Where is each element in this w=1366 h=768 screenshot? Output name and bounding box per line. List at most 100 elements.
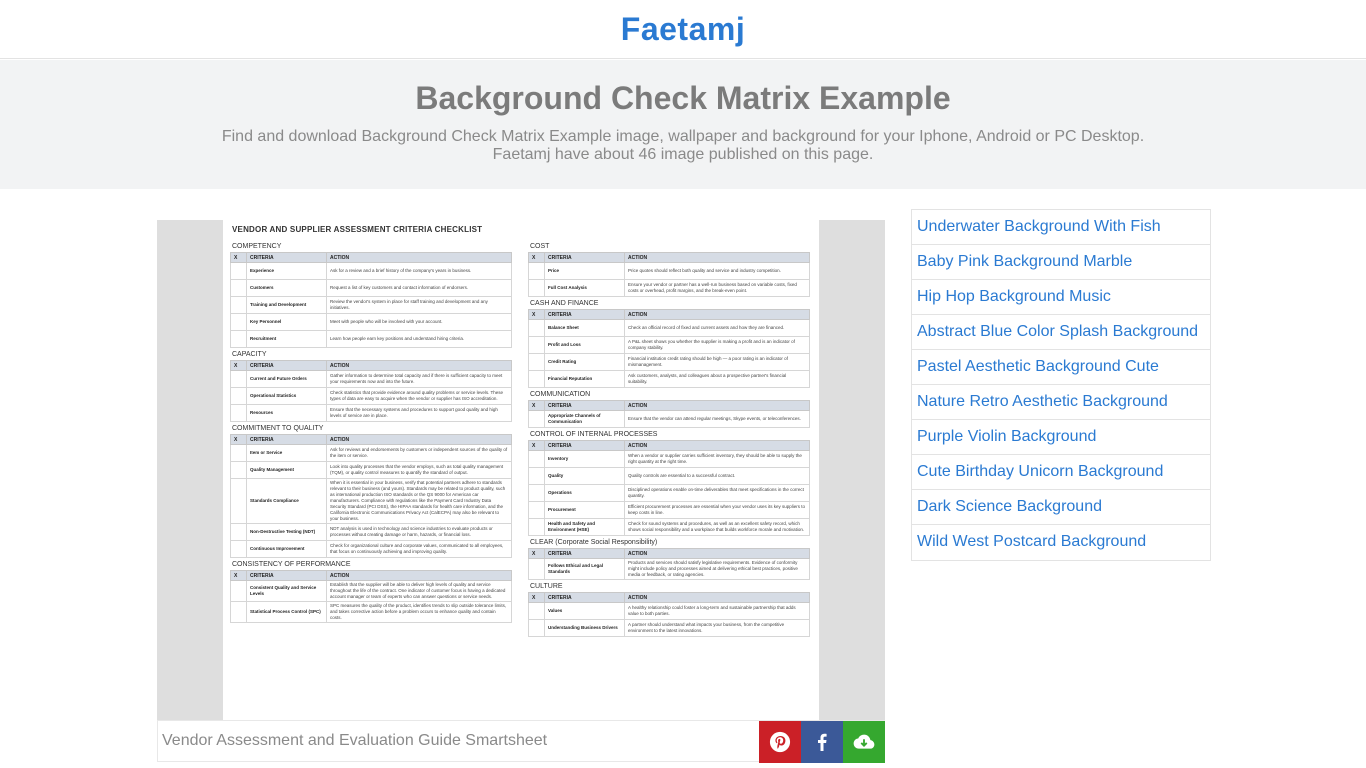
action-cell: Check for sound systems and procedures, … [624,518,810,536]
action-cell: Ask for a review and a brief history of … [326,262,512,280]
table-row: Resources Ensure that the necessary syste… [230,404,512,422]
criteria-cell: Item or Service [246,444,327,462]
table-row: Appropriate Channels of Communication Ens… [528,410,810,428]
column-header-criteria: CRITERIA [246,570,327,581]
checkbox-cell [230,387,247,405]
checkbox-cell [528,558,545,580]
action-cell: A partner should understand what impacts… [624,619,810,637]
column-header-action: ACTION [624,548,810,559]
sidebar-link[interactable]: Cute Birthday Unicorn Background [912,455,1210,490]
column-header-x: X [528,548,545,559]
action-cell: NDT analysis is used in technology and s… [326,523,512,541]
section-title: CASH AND FINANCE [530,300,599,307]
criteria-cell: Inventory [544,450,625,468]
document-left-column: COMPETENCY X CRITERIA ACTION Experience Ask f… [230,241,512,626]
document-right-column: COST X CRITERIA ACTION Price Price quotes sho… [528,241,810,640]
column-header-action: ACTION [624,252,810,263]
section-title: CAPACITY [232,351,267,358]
criteria-cell: Understanding Business Drivers [544,619,625,637]
section-title: COST [530,243,550,250]
section-title: COMPETENCY [232,243,282,250]
checkbox-cell [528,619,545,637]
column-header-criteria: CRITERIA [246,360,327,371]
sidebar-link[interactable]: Pastel Aesthetic Background Cute [912,350,1210,385]
sidebar-link[interactable]: Baby Pink Background Marble [912,245,1210,280]
column-header-x: X [528,400,545,411]
action-cell: Establish that the supplier will be able… [326,580,512,602]
image-caption-bar: Vendor Assessment and Evaluation Guide S… [157,720,885,763]
sidebar-link[interactable]: Dark Science Background [912,490,1210,525]
pinterest-share-button[interactable] [759,721,801,763]
column-header-action: ACTION [326,570,512,581]
checkbox-cell [528,484,545,502]
sidebar-link[interactable]: Wild West Postcard Background [912,525,1210,560]
action-cell: A P&L sheet shows you whether the suppli… [624,336,810,354]
action-cell: Ask for reviews and endorsements by cust… [326,444,512,462]
column-header-x: X [230,252,247,263]
sidebar-link[interactable]: Underwater Background With Fish [912,210,1210,245]
checkbox-cell [528,279,545,297]
criteria-table: X CRITERIA ACTION Price Price quotes should … [528,252,810,297]
page-title: Background Check Matrix Example [415,80,951,116]
criteria-cell: Procurement [544,501,625,519]
table-row: Values A healthy relationship could foste… [528,602,810,620]
action-cell: SPC measures the quality of the product,… [326,601,512,623]
table-row: Quality Management Look into quality proc… [230,461,512,479]
action-cell: Quality controls are essential to a succ… [624,467,810,485]
download-button[interactable] [843,721,885,763]
related-links-sidebar: Underwater Background With Fish Baby Pink… [911,209,1211,561]
table-row: Training and Development Review the vendo… [230,296,512,314]
checkbox-cell [230,444,247,462]
action-cell: Financial institution credit rating shou… [624,353,810,371]
table-row: Consistent Quality and Service Levels Est… [230,580,512,602]
image-caption: Vendor Assessment and Evaluation Guide S… [162,732,548,749]
sidebar-link[interactable]: Nature Retro Aesthetic Background [912,385,1210,420]
column-header-x: X [528,309,545,320]
action-cell: Review the vendor's system in place for … [326,296,512,314]
site-logo-link[interactable]: Faetamj [621,11,745,48]
checkbox-cell [528,353,545,371]
sidebar-link[interactable]: Purple Violin Background [912,420,1210,455]
checkbox-cell [230,296,247,314]
section-title: CLEAR (Corporate Social Responsibility) [530,539,658,546]
checkbox-cell [528,410,545,428]
checkbox-cell [528,467,545,485]
criteria-cell: Training and Development [246,296,327,314]
download-icon [853,734,875,749]
column-header-criteria: CRITERIA [544,252,625,263]
facebook-share-button[interactable] [801,721,843,763]
page-description: Find and download Background Check Matri… [221,128,1145,145]
table-row: Recruitment Learn how people earn key pos… [230,330,512,348]
sidebar-link[interactable]: Hip Hop Background Music [912,280,1210,315]
checkbox-cell [230,262,247,280]
site-header: Faetamj [0,0,1366,59]
checkbox-cell [230,330,247,348]
column-header-action: ACTION [624,440,810,451]
action-cell: Request a list of key customers and cont… [326,279,512,297]
table-row: Credit Rating Financial institution credi… [528,353,810,371]
table-row: Follows Ethical and Legal Standards Produ… [528,558,810,580]
main-image[interactable]: VENDOR AND SUPPLIER ASSESSMENT CRITERIA … [157,220,885,720]
criteria-cell: Price [544,262,625,280]
page-hero: Background Check Matrix Example Find and… [0,60,1366,189]
criteria-cell: Quality Management [246,461,327,479]
table-row: Full Cost Analysis Ensure your vendor or … [528,279,810,297]
checkbox-cell [230,540,247,558]
checkbox-cell [528,336,545,354]
action-cell: Check for organizational culture and cor… [326,540,512,558]
action-cell: Ensure that the vendor can attend regula… [624,410,810,428]
sidebar-link[interactable]: Abstract Blue Color Splash Background [912,315,1210,350]
column-header-x: X [230,570,247,581]
column-header-criteria: CRITERIA [544,440,625,451]
checkbox-cell [230,313,247,331]
criteria-cell: Operational Statistics [246,387,327,405]
table-row: Standards Compliance When it is essential… [230,478,512,524]
criteria-cell: Non-Destructive Testing (NDT) [246,523,327,541]
table-row: Item or Service Ask for reviews and endor… [230,444,512,462]
checkbox-cell [230,580,247,602]
action-cell: Gather information to determine total ca… [326,370,512,388]
criteria-cell: Customers [246,279,327,297]
table-header-row: X CRITERIA ACTION [528,592,810,603]
checkbox-cell [528,370,545,388]
column-header-criteria: CRITERIA [544,400,625,411]
